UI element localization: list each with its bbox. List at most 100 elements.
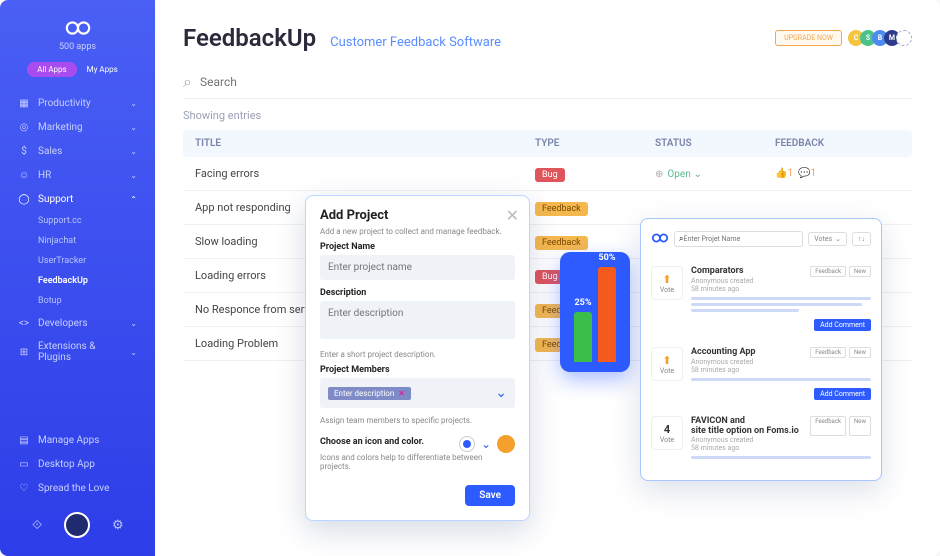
grid-icon: ▦ bbox=[18, 97, 30, 109]
feed-title: Comparators bbox=[691, 266, 744, 277]
nav-spread-love[interactable]: ♡Spread the Love bbox=[0, 476, 155, 500]
thumbs-up-icon: 👍 bbox=[775, 168, 787, 179]
feed-item[interactable]: 4Vote FAVICON andsite title option on Fo… bbox=[651, 408, 871, 470]
avatar-group[interactable]: C S B M bbox=[852, 30, 912, 46]
badge-feedback: Feedback bbox=[535, 202, 588, 216]
feed-title: FAVICON andsite title option on Foms.io bbox=[691, 416, 799, 436]
sort-direction[interactable]: ↑↓ bbox=[852, 232, 871, 246]
chevron-down-icon: ⌄ bbox=[130, 123, 137, 132]
chevron-down-icon[interactable]: ⌄ bbox=[693, 169, 701, 180]
sort-select[interactable]: Votes⌄ bbox=[808, 232, 847, 246]
vote-button[interactable]: 4Vote bbox=[651, 416, 683, 450]
chart-card: 25% 50% bbox=[560, 252, 630, 372]
remove-icon[interactable]: ✕ bbox=[398, 389, 405, 398]
vote-up-icon: ⬆ bbox=[662, 354, 671, 367]
feed-search[interactable]: ⌕ bbox=[674, 231, 803, 247]
tag-new: New bbox=[849, 416, 871, 436]
name-label: Project Name bbox=[320, 242, 515, 252]
members-hint: Assign team members to specific projects… bbox=[320, 416, 515, 425]
headset-icon: ◯ bbox=[18, 193, 30, 205]
nav-support[interactable]: ◯Support⌃ bbox=[0, 187, 155, 211]
nav-extensions[interactable]: ⊞Extensions & Plugins⌄ bbox=[0, 335, 155, 369]
nav-hr[interactable]: ☺HR⌄ bbox=[0, 163, 155, 187]
footer-icons: ⟐ ⚙ bbox=[0, 500, 155, 538]
chevron-down-icon: ⌄ bbox=[835, 235, 841, 243]
vote-button[interactable]: ⬆Vote bbox=[651, 347, 683, 381]
header: FeedbackUp Customer Feedback Software UP… bbox=[183, 24, 912, 52]
feed-item[interactable]: ⬆Vote ComparatorsFeedbackNew Anonymous c… bbox=[651, 258, 871, 339]
feed-item[interactable]: ⬆Vote Accounting AppFeedbackNew Anonymou… bbox=[651, 339, 871, 408]
nav-sales[interactable]: $Sales⌄ bbox=[0, 139, 155, 163]
vote-button[interactable]: ⬆Vote bbox=[651, 266, 683, 300]
feed-title: Accounting App bbox=[691, 347, 755, 358]
color-swatch[interactable] bbox=[497, 435, 515, 453]
tab-all-apps[interactable]: All Apps bbox=[27, 62, 76, 77]
save-button[interactable]: Save bbox=[465, 485, 515, 506]
chevron-down-icon: ⌄ bbox=[130, 319, 137, 328]
plugin-icon: ⊞ bbox=[18, 346, 30, 358]
sub-feedbackup[interactable]: FeedbackUp bbox=[0, 271, 155, 291]
gear-icon[interactable]: ⚙ bbox=[107, 514, 129, 536]
col-title: TITLE bbox=[195, 138, 535, 149]
page-title: FeedbackUp bbox=[183, 24, 316, 52]
tag-new: New bbox=[849, 347, 871, 358]
nav-marketing[interactable]: ◎Marketing⌄ bbox=[0, 115, 155, 139]
nav-productivity[interactable]: ▦Productivity⌄ bbox=[0, 91, 155, 115]
table-row[interactable]: Facing errors Bug ⊕Open ⌄ 👍1 💬1 bbox=[183, 157, 912, 191]
badge-feedback: Feedback bbox=[535, 236, 588, 250]
eye-icon: ⊕ bbox=[655, 169, 663, 180]
add-comment-button[interactable]: Add Comment bbox=[814, 388, 871, 400]
sub-support-cc[interactable]: Support.cc bbox=[0, 211, 155, 231]
upgrade-button[interactable]: UPGRADE NOW bbox=[775, 30, 842, 46]
sub-usertracker[interactable]: UserTracker bbox=[0, 251, 155, 271]
chevron-down-icon[interactable]: ⌄ bbox=[495, 385, 507, 401]
icon-hint: Icons and colors help to differentiate b… bbox=[320, 453, 515, 471]
dollar-icon: $ bbox=[18, 145, 30, 157]
sidebar: 500 apps All Apps My Apps ▦Productivity⌄… bbox=[0, 0, 155, 556]
tab-my-apps[interactable]: My Apps bbox=[77, 62, 128, 77]
heart-icon: ♡ bbox=[18, 482, 30, 494]
project-desc-input[interactable] bbox=[320, 301, 515, 339]
chevron-down-icon[interactable]: ⌄ bbox=[481, 437, 491, 451]
feed-logo-icon bbox=[651, 229, 669, 248]
col-status: STATUS bbox=[655, 138, 775, 149]
feed-search-input[interactable] bbox=[683, 235, 798, 243]
members-select[interactable]: Enter description✕ ⌄ bbox=[320, 378, 515, 408]
rocket-icon[interactable]: ⟐ bbox=[26, 514, 48, 536]
badge-bug: Bug bbox=[535, 168, 565, 182]
project-name-input[interactable] bbox=[320, 255, 515, 280]
close-icon[interactable]: ✕ bbox=[506, 206, 519, 225]
tag-feedback: Feedback bbox=[810, 266, 846, 277]
chevron-up-icon: ⌃ bbox=[130, 195, 137, 204]
col-feedback: FEEDBACK bbox=[775, 138, 900, 149]
search-icon: ⌕ bbox=[183, 72, 192, 92]
nav-developers[interactable]: <>Developers⌄ bbox=[0, 311, 155, 335]
add-comment-button[interactable]: Add Comment bbox=[814, 319, 871, 331]
modal-title: Add Project bbox=[320, 208, 515, 223]
tag-new: New bbox=[849, 266, 871, 277]
sub-botup[interactable]: Botup bbox=[0, 291, 155, 311]
search-input[interactable] bbox=[200, 75, 912, 89]
icon-label: Choose an icon and color. bbox=[320, 437, 424, 447]
members-label: Project Members bbox=[320, 365, 515, 375]
nav-manage-apps[interactable]: ▤Manage Apps bbox=[0, 428, 155, 452]
desc-label: Description bbox=[320, 288, 515, 298]
tag-feedback: Feedback bbox=[810, 347, 846, 358]
user-avatar[interactable] bbox=[64, 512, 90, 538]
chevron-down-icon: ⌄ bbox=[130, 171, 137, 180]
table-header: TITLE TYPE STATUS FEEDBACK bbox=[183, 130, 912, 157]
nav-desktop-app[interactable]: ▭Desktop App bbox=[0, 452, 155, 476]
modal-hint: Add a new project to collect and manage … bbox=[320, 227, 515, 236]
sub-ninjachat[interactable]: Ninjachat bbox=[0, 231, 155, 251]
col-type: TYPE bbox=[535, 138, 655, 149]
chart-bar-b: 50% bbox=[598, 267, 616, 362]
brand-sub: 500 apps bbox=[0, 42, 155, 52]
icon-picker[interactable] bbox=[459, 436, 475, 452]
monitor-icon: ▭ bbox=[18, 458, 30, 470]
comment-icon: 💬 bbox=[798, 168, 810, 179]
chevron-down-icon: ⌄ bbox=[130, 147, 137, 156]
search-row: ⌕ bbox=[183, 72, 912, 99]
add-avatar-icon[interactable] bbox=[896, 30, 912, 46]
desc-hint: Enter a short project description. bbox=[320, 350, 515, 359]
member-chip[interactable]: Enter description✕ bbox=[328, 387, 411, 400]
